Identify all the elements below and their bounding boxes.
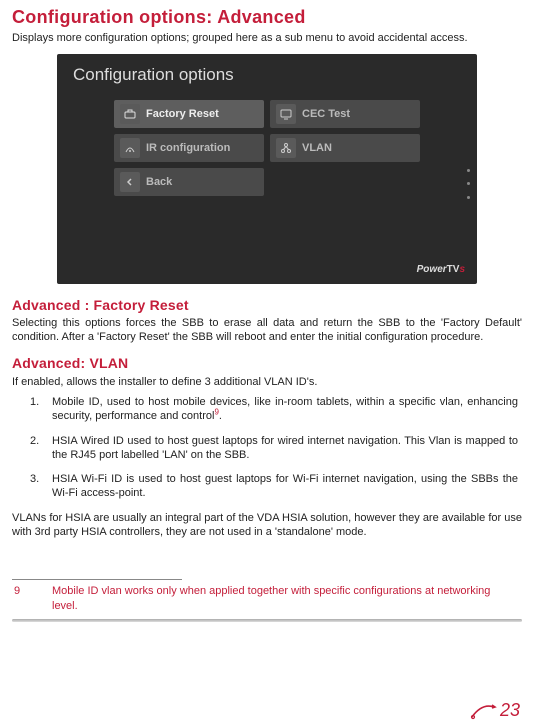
screenshot-container: Configuration options Factory Reset CEC … [12, 54, 522, 284]
vlan-list: 1. Mobile ID, used to host mobile device… [12, 395, 522, 501]
list-text: HSIA Wired ID used to host guest laptops… [52, 434, 522, 463]
swoosh-icon [468, 699, 498, 721]
vlan-label: VLAN [302, 141, 332, 155]
list-text: HSIA Wi-Fi ID is used to host guest lapt… [52, 472, 522, 501]
list-item: 3. HSIA Wi-Fi ID is used to host guest l… [12, 472, 522, 501]
signal-icon [120, 138, 140, 158]
footnote: 9 Mobile ID vlan works only when applied… [12, 584, 522, 617]
powertv-logo: PowerTVs [417, 263, 465, 276]
back-label: Back [146, 175, 172, 189]
list-number: 3. [12, 472, 52, 501]
factory-reset-body: Selecting this options forces the SBB to… [12, 316, 522, 345]
list-item: 2. HSIA Wired ID used to host guest lapt… [12, 434, 522, 463]
list-number: 1. [12, 395, 52, 424]
footnote-separator [12, 579, 182, 580]
vlan-outro: VLANs for HSIA are usually an integral p… [12, 511, 522, 540]
config-screenshot: Configuration options Factory Reset CEC … [57, 54, 477, 284]
vlan-intro: If enabled, allows the installer to defi… [12, 375, 522, 389]
footer-rule [12, 619, 522, 622]
scroll-indicator [467, 169, 471, 199]
vlan-button[interactable]: VLAN [270, 134, 420, 162]
briefcase-icon [120, 104, 140, 124]
footnote-text: Mobile ID vlan works only when applied t… [52, 584, 522, 613]
list-number: 2. [12, 434, 52, 463]
page-number: 23 [500, 699, 520, 722]
list-text: Mobile ID, used to host mobile devices, … [52, 395, 522, 424]
footnote-number: 9 [12, 584, 52, 613]
screenshot-title: Configuration options [57, 54, 477, 100]
ir-config-label: IR configuration [146, 141, 230, 155]
page-number-ornament: 23 [468, 699, 520, 722]
back-button[interactable]: Back [114, 168, 264, 196]
chevron-left-icon [120, 172, 140, 192]
factory-reset-button[interactable]: Factory Reset [114, 100, 264, 128]
factory-reset-label: Factory Reset [146, 107, 219, 121]
ir-config-button[interactable]: IR configuration [114, 134, 264, 162]
intro-text: Displays more configuration options; gro… [12, 31, 522, 45]
cec-test-button[interactable]: CEC Test [270, 100, 420, 128]
monitor-icon [276, 104, 296, 124]
list-item: 1. Mobile ID, used to host mobile device… [12, 395, 522, 424]
factory-reset-heading: Advanced : Factory Reset [12, 296, 522, 314]
cec-test-label: CEC Test [302, 107, 350, 121]
page-title: Configuration options: Advanced [12, 6, 522, 29]
network-icon [276, 138, 296, 158]
vlan-heading: Advanced: VLAN [12, 354, 522, 372]
